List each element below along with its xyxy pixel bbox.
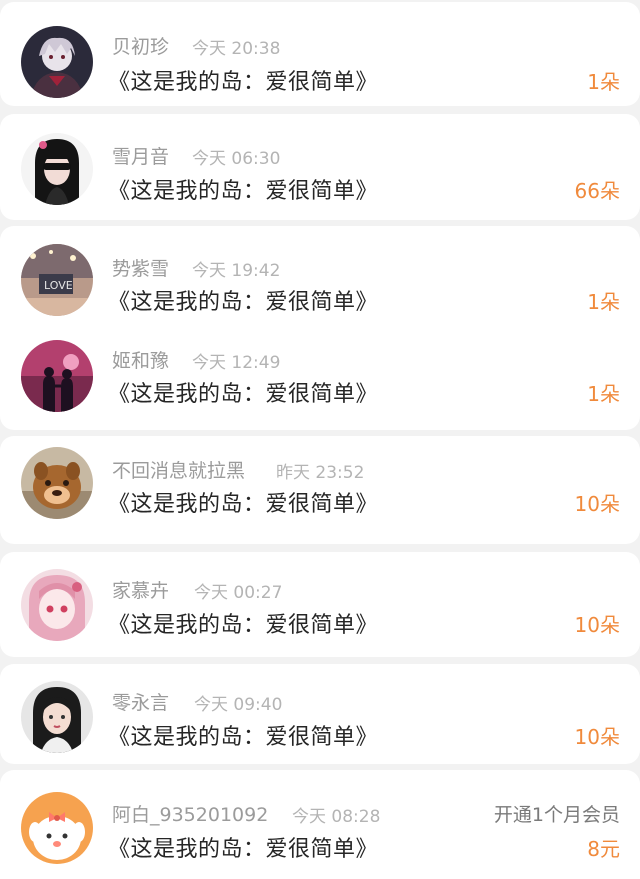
sender-name: 阿白_935201092 [112, 804, 269, 826]
book-title: 《这是我的岛：爱很简单》 [108, 290, 379, 315]
avatar[interactable] [21, 133, 93, 205]
sender-name: 零永言 [112, 692, 170, 714]
book-title: 《这是我的岛：爱很简单》 [108, 179, 379, 204]
avatar[interactable] [21, 26, 93, 98]
gift-amount: 10朵 [574, 725, 620, 749]
gift-amount: 10朵 [574, 492, 620, 516]
list-item[interactable]: 姬和豫 今天 12:49 《这是我的岛：爱很简单》 1朵 [0, 324, 640, 430]
list-item[interactable]: 阿白_935201092 今天 08:28 《这是我的岛：爱很简单》 开通1个月… [0, 770, 640, 879]
list-item[interactable]: 零永言 今天 09:40 《这是我的岛：爱很简单》 10朵 [0, 664, 640, 764]
gift-time: 今天 20:38 [192, 39, 281, 59]
gift-record-list: 贝初珍 今天 20:38 《这是我的岛：爱很简单》 1朵 雪月音 今天 06:3… [0, 0, 640, 879]
book-title: 《这是我的岛：爱很简单》 [108, 492, 379, 517]
book-title: 《这是我的岛：爱很简单》 [108, 725, 379, 750]
sender-name: 家慕卉 [112, 580, 170, 602]
book-title: 《这是我的岛：爱很简单》 [108, 382, 379, 407]
book-title: 《这是我的岛：爱很简单》 [108, 613, 379, 638]
gift-time: 今天 00:27 [194, 583, 283, 603]
vip-purchase-note: 开通1个月会员 [493, 804, 620, 826]
gift-amount: 1朵 [587, 70, 620, 94]
list-item[interactable]: 雪月音 今天 06:30 《这是我的岛：爱很简单》 66朵 [0, 114, 640, 220]
book-title: 《这是我的岛：爱很简单》 [108, 70, 379, 95]
gift-time: 今天 09:40 [194, 695, 283, 715]
list-item[interactable]: 不回消息就拉黑 昨天 23:52 《这是我的岛：爱很简单》 10朵 [0, 436, 640, 544]
gift-time: 今天 08:28 [292, 807, 381, 827]
avatar[interactable] [21, 447, 93, 519]
avatar[interactable] [21, 681, 93, 753]
avatar[interactable]: LOVE [21, 244, 93, 316]
gift-time: 今天 19:42 [192, 261, 281, 281]
gift-time: 今天 06:30 [192, 149, 281, 169]
avatar[interactable] [21, 569, 93, 641]
list-item[interactable]: LOVE 势紫雪 今天 19:42 《这是我的岛：爱很简单》 1朵 [0, 226, 640, 324]
gift-time: 昨天 23:52 [276, 463, 365, 483]
book-title: 《这是我的岛：爱很简单》 [108, 837, 379, 862]
sender-name: 不回消息就拉黑 [112, 460, 246, 482]
gift-amount: 8元 [587, 837, 620, 861]
gift-amount: 10朵 [574, 613, 620, 637]
sender-name: 贝初珍 [112, 36, 170, 58]
sender-name: 势紫雪 [112, 258, 170, 280]
gift-amount: 1朵 [587, 290, 620, 314]
sender-name: 姬和豫 [112, 350, 170, 372]
sender-name: 雪月音 [112, 146, 170, 168]
list-item[interactable]: 贝初珍 今天 20:38 《这是我的岛：爱很简单》 1朵 [0, 2, 640, 106]
avatar[interactable] [21, 340, 93, 412]
svg-text:LOVE: LOVE [44, 279, 73, 292]
gift-time: 今天 12:49 [192, 353, 281, 373]
list-item[interactable]: 家慕卉 今天 00:27 《这是我的岛：爱很简单》 10朵 [0, 552, 640, 657]
avatar[interactable] [21, 792, 93, 864]
gift-amount: 66朵 [574, 179, 620, 203]
gift-amount: 1朵 [587, 382, 620, 406]
